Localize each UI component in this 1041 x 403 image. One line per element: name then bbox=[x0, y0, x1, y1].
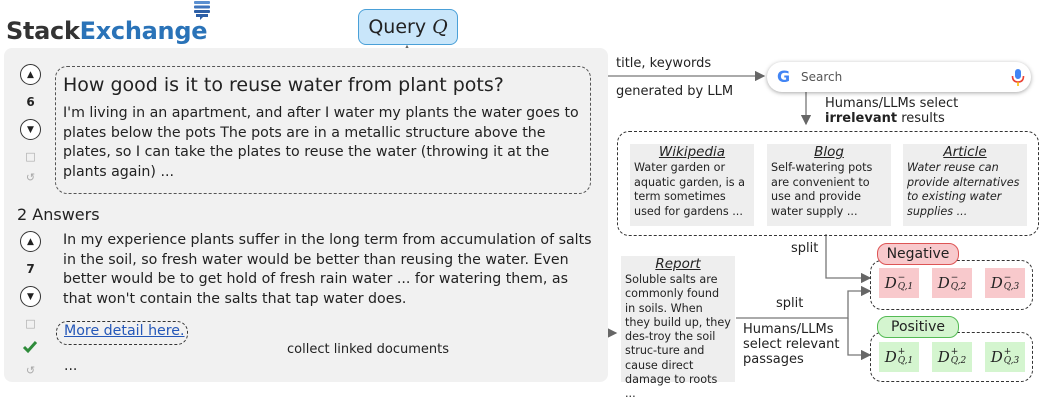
question-upvote-button[interactable]: ▲ bbox=[20, 64, 41, 85]
google-icon: G bbox=[777, 67, 791, 86]
negative-passage-2: D − Q,2 bbox=[932, 268, 972, 298]
negative-passage-1: D − Q,1 bbox=[879, 268, 919, 298]
question-body: I'm living in an apartment, and after I … bbox=[63, 105, 579, 180]
irrelevant-bold: irrelevant bbox=[825, 111, 898, 126]
positive-index-2: 2 bbox=[960, 356, 967, 366]
answers-heading: 2 Answers bbox=[17, 205, 100, 224]
split-label-top: split bbox=[791, 241, 819, 256]
accepted-check-icon bbox=[22, 341, 38, 354]
search-placeholder: Search bbox=[801, 70, 843, 84]
positive-passage-1: D + Q,1 bbox=[879, 342, 919, 372]
answer-bookmark-icon[interactable]: □ bbox=[20, 317, 41, 330]
negative-index-1: 1 bbox=[907, 282, 914, 292]
answer-ellipsis: ... bbox=[64, 358, 78, 374]
doc-blog-text: Self-watering pots are convenient to use… bbox=[771, 161, 873, 218]
doc-report-text: Soluble salts are commonly found in soil… bbox=[625, 273, 731, 401]
positive-index-3: 3 bbox=[1013, 356, 1020, 366]
collect-label: collect linked documents bbox=[287, 342, 449, 357]
positive-passage-2: D + Q,2 bbox=[932, 342, 972, 372]
search-bar[interactable]: G Search bbox=[767, 62, 1031, 92]
bookmark-icon[interactable]: □ bbox=[20, 150, 41, 163]
doc-report: Report Soluble salts are commonly found … bbox=[621, 256, 735, 400]
positive-tag: Positive bbox=[877, 316, 959, 338]
doc-blog-title: Blog bbox=[814, 144, 844, 160]
history-icon[interactable]: ↺ bbox=[20, 171, 41, 184]
answer-vote-count: 7 bbox=[26, 262, 35, 276]
question-downvote-button[interactable]: ▼ bbox=[20, 119, 41, 140]
doc-wikipedia-text: Water garden or aquatic garden, is a ter… bbox=[634, 161, 746, 218]
select-relevant-label: Humans/LLMs select relevant passages bbox=[743, 322, 840, 367]
select-irrelevant-line2: results bbox=[897, 111, 945, 126]
select-irrelevant-line1: Humans/LLMs select bbox=[825, 96, 959, 111]
doc-wikipedia-title: Wikipedia bbox=[658, 144, 726, 160]
title-keywords-label: title, keywords bbox=[616, 56, 712, 71]
split-label-mid: split bbox=[776, 296, 804, 311]
doc-wikipedia: Wikipedia Water garden or aquatic garden… bbox=[630, 144, 754, 226]
more-detail-link[interactable]: More detail here. bbox=[64, 323, 185, 339]
select-irrelevant-label: Humans/LLMs select irrelevant results bbox=[825, 96, 958, 126]
question-title: How good is it to reuse water from plant… bbox=[63, 74, 504, 96]
question-vote-count: 6 bbox=[26, 95, 35, 109]
negative-passage-3: D − Q,3 bbox=[985, 268, 1025, 298]
doc-article-title: Article bbox=[943, 144, 987, 160]
doc-article-text: Water reuse can provide alternatives to … bbox=[907, 161, 1020, 218]
positive-index-1: 1 bbox=[907, 356, 914, 366]
answer-history-icon[interactable]: ↺ bbox=[20, 364, 41, 377]
answer-body: In my experience plants suffer in the lo… bbox=[63, 232, 592, 307]
answer-upvote-button[interactable]: ▲ bbox=[20, 231, 41, 252]
negative-index-2: 2 bbox=[960, 282, 967, 292]
mic-icon[interactable] bbox=[1011, 69, 1025, 86]
doc-report-title: Report bbox=[655, 256, 701, 272]
doc-blog: Blog Self-watering pots are convenient t… bbox=[767, 144, 891, 226]
doc-article: Article Water reuse can provide alternat… bbox=[903, 144, 1027, 226]
generated-by-llm-label: generated by LLM bbox=[616, 84, 734, 99]
negative-index-3: 3 bbox=[1013, 282, 1020, 292]
negative-tag: Negative bbox=[877, 243, 959, 265]
answer-downvote-button[interactable]: ▼ bbox=[20, 286, 41, 307]
positive-passage-3: D + Q,3 bbox=[985, 342, 1025, 372]
